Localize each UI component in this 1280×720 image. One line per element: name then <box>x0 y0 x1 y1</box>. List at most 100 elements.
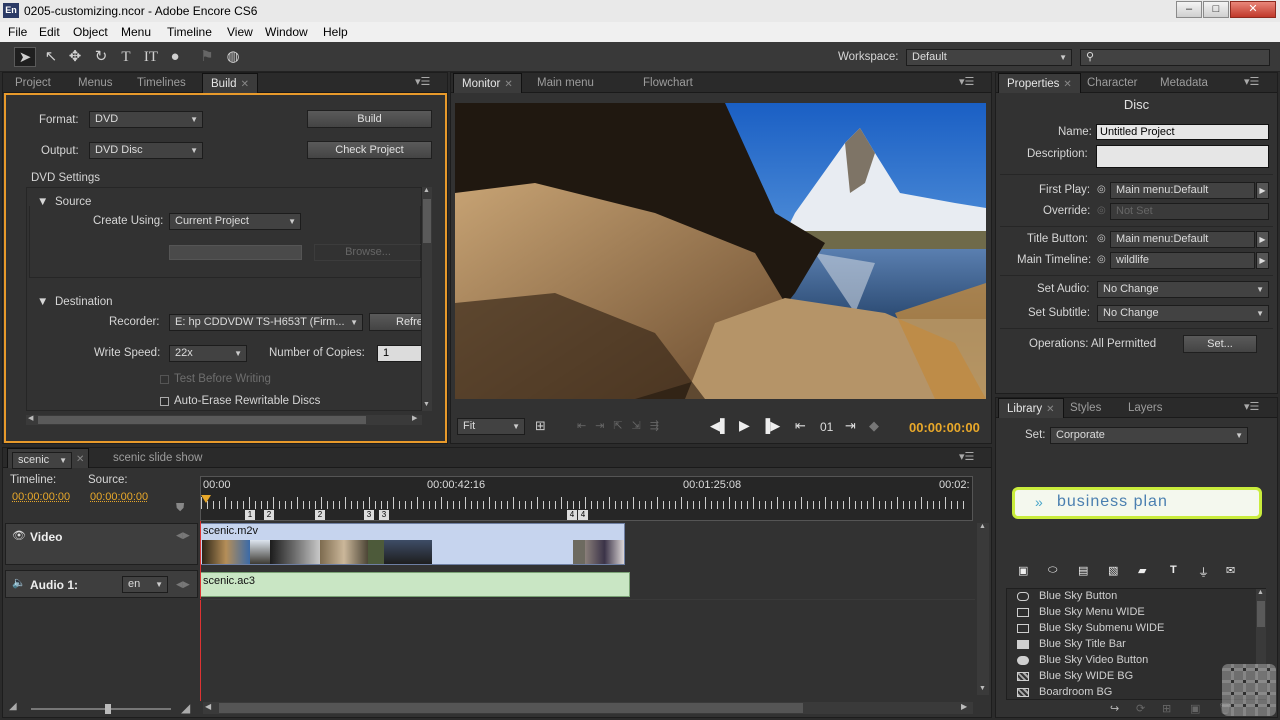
set-operations-button[interactable]: Set... <box>1183 335 1257 353</box>
test-before-writing-checkbox[interactable] <box>160 375 169 384</box>
library-set-dropdown[interactable]: Corporate ▼ <box>1050 427 1248 444</box>
tab-layers[interactable]: Layers <box>1120 398 1171 418</box>
zoom-dropdown[interactable]: Fit ▼ <box>457 418 525 435</box>
time-ruler[interactable]: 00:00 00:00:42:16 00:01:25:08 00:02: 1 2… <box>200 476 973 521</box>
playhead-handle[interactable] <box>201 495 211 503</box>
monitor-video-frame[interactable] <box>455 103 986 399</box>
browse-button[interactable]: Browse... <box>314 244 421 261</box>
play-icon[interactable]: ▶ <box>739 417 750 434</box>
timeline-horizontal-scrollbar[interactable]: ◀ ▶ <box>203 702 973 714</box>
close-tab-icon[interactable]: ✕ <box>1063 79 1071 90</box>
settings-vertical-scrollbar[interactable]: ▲ ▼ <box>422 187 432 411</box>
scroll-up-icon[interactable]: ▲ <box>423 187 430 194</box>
panel-menu-icon[interactable]: ▾☰ <box>959 75 974 88</box>
video-clip[interactable]: scenic.m2v <box>200 523 625 565</box>
scroll-up-icon[interactable]: ▲ <box>1257 589 1264 596</box>
next-chapter-icon[interactable]: ⇥ <box>845 418 856 434</box>
build-button[interactable]: Build <box>307 110 432 128</box>
chapter-marker[interactable]: 4 <box>567 510 577 520</box>
new-item-icon[interactable]: ⊞ <box>1162 702 1171 715</box>
track-nav-icon[interactable]: ◀▶ <box>176 579 190 590</box>
tab-main-menu[interactable]: Main menu <box>529 73 602 93</box>
main-timeline-field[interactable]: wildlife <box>1110 252 1255 269</box>
play-arrow-icon[interactable]: ▶ <box>1256 252 1269 269</box>
speaker-icon[interactable]: 🔈 <box>12 576 26 589</box>
step-forward-icon[interactable]: ▐▶ <box>761 418 780 434</box>
direct-select-tool-icon[interactable]: ↖ <box>40 47 62 67</box>
track-nav-icon[interactable]: ◀▶ <box>176 530 190 541</box>
list-item[interactable]: Blue Sky WIDE BG <box>1007 669 1255 685</box>
play-arrow-icon[interactable]: ▶ <box>1256 231 1269 248</box>
zoom-slider-handle[interactable] <box>105 704 111 714</box>
tab-metadata[interactable]: Metadata <box>1152 73 1216 93</box>
play-arrow-icon[interactable]: ▶ <box>1256 182 1269 199</box>
replace-filter-icon[interactable]: ⏚ <box>1198 564 1209 580</box>
description-input[interactable] <box>1096 145 1269 168</box>
preview-tool-icon[interactable]: ● <box>164 47 186 67</box>
pickwhip-icon[interactable]: ◎ <box>1097 233 1106 244</box>
chapter-marker[interactable]: 1 <box>245 510 255 520</box>
scroll-left-icon[interactable]: ◀ <box>205 702 211 711</box>
panel-menu-icon[interactable]: ▾☰ <box>1244 75 1259 88</box>
auto-erase-checkbox[interactable] <box>160 397 169 406</box>
zoom-in-icon[interactable]: ◢ <box>181 701 190 715</box>
panel-menu-icon[interactable]: ▾☰ <box>1244 400 1259 413</box>
rotate-tool-icon[interactable]: ↻ <box>90 47 112 67</box>
vertical-text-tool-icon[interactable]: IT <box>140 47 162 67</box>
tab-menus[interactable]: Menus <box>70 73 121 93</box>
zoom-out-icon[interactable]: ◢ <box>9 701 17 712</box>
maximize-button[interactable]: □ <box>1203 1 1229 18</box>
create-using-dropdown[interactable]: Current Project ▼ <box>169 213 301 230</box>
close-tab-icon[interactable]: ✕ <box>504 79 512 90</box>
tab-library[interactable]: Library ✕ <box>998 398 1064 418</box>
menu-help[interactable]: Help <box>323 25 348 39</box>
settings-horizontal-scrollbar[interactable]: ◀ ▶ <box>26 415 422 425</box>
panel-menu-icon[interactable]: ▾☰ <box>415 75 430 88</box>
menu-filter-icon[interactable]: ▣ <box>1018 564 1028 577</box>
close-button[interactable]: ✕ <box>1230 1 1276 18</box>
help-search-input[interactable]: ⚲ <box>1080 49 1270 66</box>
text-filter-icon[interactable]: T <box>1170 564 1177 576</box>
pickwhip-icon[interactable]: ◎ <box>1097 184 1106 195</box>
recorder-dropdown[interactable]: E: hp CDDVDW TS-H653T (Firm... ▼ <box>169 314 363 331</box>
close-tab-icon[interactable]: ✕ <box>241 79 249 90</box>
close-tab-icon[interactable]: ✕ <box>1046 404 1054 415</box>
add-chapter-icon[interactable]: ◆ <box>869 418 879 434</box>
audio-language-dropdown[interactable]: en ▼ <box>122 576 168 593</box>
menu-edit[interactable]: Edit <box>39 25 60 39</box>
button-filter-icon[interactable]: ⬭ <box>1048 564 1057 577</box>
tab-timelines[interactable]: Timelines <box>129 73 194 93</box>
timeline-timecode[interactable]: 00:00:00:00 <box>12 491 70 503</box>
first-play-field[interactable]: Main menu:Default <box>1110 182 1255 199</box>
scroll-right-icon[interactable]: ▶ <box>961 702 967 711</box>
background-filter-icon[interactable]: ▧ <box>1108 564 1118 577</box>
chapter-flag-icon[interactable]: ⛊ <box>176 502 184 515</box>
chapter-marker[interactable]: 2 <box>315 510 325 520</box>
menu-menu[interactable]: Menu <box>121 25 151 39</box>
format-dropdown[interactable]: DVD ▼ <box>89 111 203 128</box>
tab-project[interactable]: Project <box>7 73 59 93</box>
place-icon[interactable]: ↪ <box>1110 702 1119 715</box>
previous-chapter-icon[interactable]: ⇤ <box>795 418 806 434</box>
tab-scenic-slide-show[interactable]: scenic slide show <box>105 448 210 468</box>
check-project-button[interactable]: Check Project <box>307 141 432 159</box>
replace-icon[interactable]: ⟳ <box>1136 702 1145 715</box>
list-item[interactable]: Blue Sky Menu WIDE <box>1007 605 1255 621</box>
tab-monitor[interactable]: Monitor ✕ <box>453 73 522 93</box>
workspace-dropdown[interactable]: Default ▼ <box>906 49 1072 66</box>
menu-object[interactable]: Object <box>73 25 108 39</box>
step-back-icon[interactable]: ◀▌ <box>710 418 729 434</box>
list-item[interactable]: Blue Sky Video Button <box>1007 653 1255 669</box>
monitor-timecode[interactable]: 00:00:00:00 <box>909 420 980 435</box>
tab-properties[interactable]: Properties ✕ <box>998 73 1081 93</box>
tab-flowchart[interactable]: Flowchart <box>635 73 701 93</box>
pickwhip-icon[interactable]: ◎ <box>1097 254 1106 265</box>
list-item[interactable]: Boardroom BG <box>1007 685 1255 701</box>
list-item[interactable]: Blue Sky Title Bar <box>1007 637 1255 653</box>
chapter-marker[interactable]: 3 <box>364 510 374 520</box>
email-filter-icon[interactable]: ✉ <box>1226 564 1235 577</box>
new-set-icon[interactable]: ▣ <box>1190 702 1200 715</box>
name-input[interactable]: Untitled Project <box>1096 124 1269 140</box>
source-timecode[interactable]: 00:00:00:00 <box>90 491 148 503</box>
list-item[interactable]: Blue Sky Submenu WIDE <box>1007 621 1255 637</box>
